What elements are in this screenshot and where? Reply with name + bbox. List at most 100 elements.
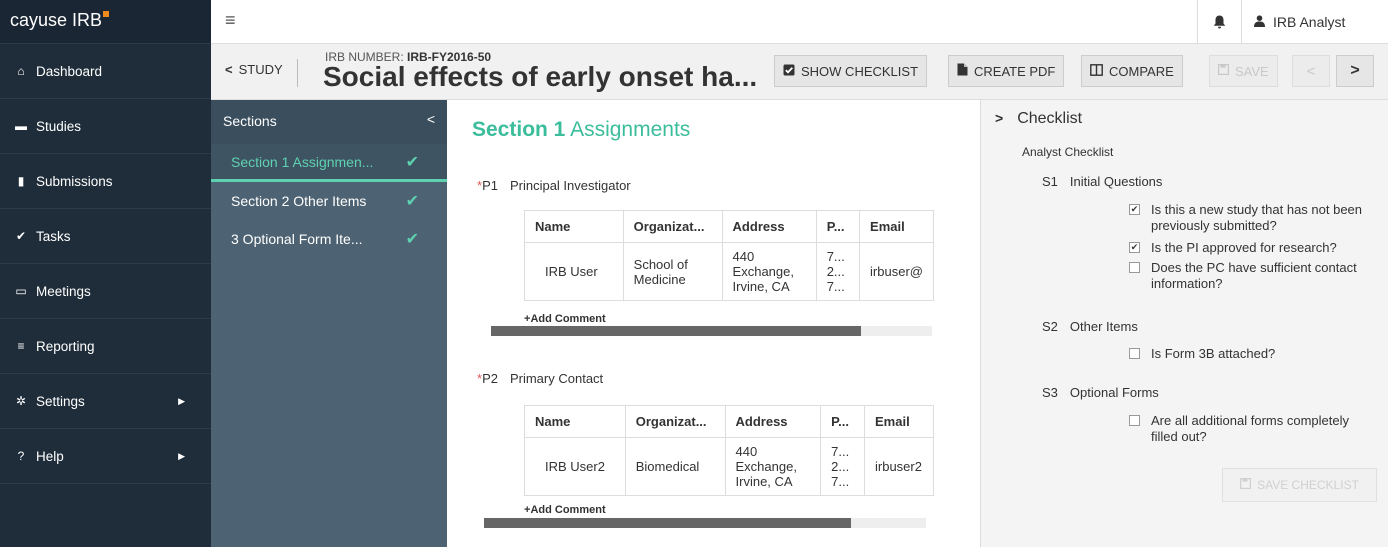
nav-help[interactable]: ? Help ▶ xyxy=(0,429,211,484)
nav-meetings[interactable]: ▭ Meetings xyxy=(0,264,211,319)
notifications-bell-icon[interactable] xyxy=(1197,0,1241,44)
nav-label: Meetings xyxy=(36,283,91,299)
cell-address: 440 Exchange, Irvine, CA xyxy=(721,242,817,301)
section-label: Optional Forms xyxy=(1069,385,1159,400)
table-row[interactable]: IRB User School of Medicine 440 Exchange… xyxy=(524,242,934,301)
nav-settings[interactable]: ✲ Settings ▶ xyxy=(0,374,211,429)
question-p1-label: *P1 Principal Investigator xyxy=(477,178,631,193)
save-button[interactable]: SAVE xyxy=(1209,55,1278,87)
nav-label: Submissions xyxy=(36,173,113,189)
column-header[interactable]: P... xyxy=(820,405,865,438)
section-item-3[interactable]: 3 Optional Form Ite... ✔ xyxy=(211,220,447,258)
chevron-right-icon: > xyxy=(1350,62,1360,79)
back-to-study-button[interactable]: < STUDY xyxy=(225,59,298,87)
nav-studies[interactable]: ▬ Studies xyxy=(0,99,211,154)
horizontal-scrollbar[interactable] xyxy=(491,326,932,336)
sections-sidebar: Sections < Section 1 Assignmen... ✔ Sectio… xyxy=(211,100,447,547)
show-checklist-button[interactable]: SHOW CHECKLIST xyxy=(774,55,928,87)
nav-label: Tasks xyxy=(36,228,71,244)
section-item-1[interactable]: Section 1 Assignmen... ✔ xyxy=(211,144,447,182)
scrollbar-thumb[interactable] xyxy=(491,326,862,336)
question-text: Primary Contact xyxy=(509,371,604,386)
checkbox[interactable]: ✔ xyxy=(1129,242,1140,253)
floppy-disk-icon xyxy=(1240,478,1252,492)
brand-logo[interactable]: cayuse IRB xyxy=(0,0,211,44)
nav-dashboard[interactable]: ⌂ Dashboard xyxy=(0,44,211,99)
cell-address: 440 Exchange, Irvine, CA xyxy=(724,437,822,496)
save-checklist-button[interactable]: SAVE CHECKLIST xyxy=(1222,468,1377,502)
section-number: S1 xyxy=(1042,174,1058,189)
cell-phone: 7... 2... 7... xyxy=(820,437,865,496)
column-header[interactable]: P... xyxy=(815,210,861,243)
checklist-section-s2: S2 Other Items xyxy=(1042,319,1138,334)
checkbox[interactable] xyxy=(1129,262,1140,273)
calendar-icon: ▭ xyxy=(15,284,27,298)
column-header[interactable]: Email xyxy=(859,210,934,243)
top-bar: ≡ IRB Analyst xyxy=(211,0,1388,44)
nav-tasks[interactable]: ✔ Tasks xyxy=(0,209,211,264)
nav-reporting[interactable]: ≡ Reporting xyxy=(0,319,211,374)
chevron-right-icon[interactable]: > xyxy=(995,110,1003,126)
study-title: Social effects of early onset ha... xyxy=(323,61,758,92)
question-number: P2 xyxy=(482,371,498,386)
checklist-item-text: Is this a new study that has not been pr… xyxy=(1151,202,1363,233)
create-pdf-button[interactable]: CREATE PDF xyxy=(948,55,1065,87)
checklist-header[interactable]: > Checklist xyxy=(995,110,1082,128)
cell-organization: School of Medicine xyxy=(622,242,723,301)
question-p2-label: *P2 Primary Contact xyxy=(477,371,603,386)
column-header[interactable]: Email xyxy=(864,405,934,438)
table-row[interactable]: IRB User2 Biomedical 440 Exchange, Irvin… xyxy=(524,437,934,496)
add-comment-label: Add Comment xyxy=(530,504,606,516)
column-header[interactable]: Organizat... xyxy=(622,210,723,243)
save-label: SAVE xyxy=(1235,63,1269,79)
collapse-chevron-icon[interactable]: < xyxy=(427,111,435,127)
section-number: Section 1 xyxy=(472,118,566,141)
section-number: S3 xyxy=(1042,385,1058,400)
question-icon: ? xyxy=(17,449,25,463)
floppy-disk-icon xyxy=(1218,64,1230,78)
next-button[interactable]: > xyxy=(1336,55,1374,87)
user-menu[interactable]: IRB Analyst xyxy=(1241,0,1388,44)
checklist-panel: > Checklist Analyst Checklist S1 Initial Q… xyxy=(980,100,1388,547)
table-header-row: Name Organizat... Address P... Email xyxy=(524,210,934,243)
checklist-item[interactable]: Is Form 3B attached? xyxy=(1129,346,1369,362)
table-header-row: Name Organizat... Address P... Email xyxy=(524,405,934,438)
file-icon: ▮ xyxy=(17,174,25,188)
brand-dot-icon xyxy=(103,11,110,17)
check-icon: ✔ xyxy=(15,229,27,243)
checklist-item[interactable]: Are all additional forms completely fill… xyxy=(1129,413,1369,445)
caret-right-icon: ▶ xyxy=(178,395,185,406)
column-header[interactable]: Name xyxy=(524,210,624,243)
checklist-item[interactable]: Does the PC have sufficient contact info… xyxy=(1129,260,1369,292)
column-header[interactable]: Organizat... xyxy=(624,405,726,438)
column-header[interactable]: Name xyxy=(524,405,626,438)
previous-button[interactable]: < xyxy=(1292,55,1330,87)
add-comment-button[interactable]: +Add Comment xyxy=(524,504,606,516)
horizontal-scrollbar[interactable] xyxy=(484,518,926,528)
checklist-item[interactable]: ✔ Is this a new study that has not been p… xyxy=(1129,202,1369,234)
show-checklist-label: SHOW CHECKLIST xyxy=(801,63,919,79)
checklist-item[interactable]: ✔ Is the PI approved for research? xyxy=(1129,240,1369,256)
chevron-left-icon: < xyxy=(1306,62,1316,80)
hamburger-menu-icon[interactable]: ≡ xyxy=(225,10,236,31)
section-content: Section 1 Assignments *P1 Principal Inves… xyxy=(447,100,980,547)
checkbox[interactable] xyxy=(1129,348,1140,359)
compare-label: COMPARE xyxy=(1109,63,1174,79)
section-item-2[interactable]: Section 2 Other Items ✔ xyxy=(211,182,447,220)
checkbox[interactable] xyxy=(1129,415,1140,426)
question-number: P1 xyxy=(482,178,498,193)
compare-button[interactable]: COMPARE xyxy=(1081,55,1183,87)
add-comment-button[interactable]: +Add Comment xyxy=(524,313,606,325)
column-header[interactable]: Address xyxy=(724,405,822,438)
folder-icon: ▬ xyxy=(15,119,27,133)
scrollbar-thumb[interactable] xyxy=(484,518,851,528)
section-label: Section 2 Other Items xyxy=(231,193,367,209)
user-name: IRB Analyst xyxy=(1273,14,1346,30)
column-header[interactable]: Address xyxy=(721,210,817,243)
checklist-title: Checklist xyxy=(1017,110,1083,127)
sections-title: Sections xyxy=(223,113,277,129)
checkbox[interactable]: ✔ xyxy=(1129,204,1140,215)
cell-name: IRB User2 xyxy=(524,437,626,496)
nav-submissions[interactable]: ▮ Submissions xyxy=(0,154,211,209)
cell-organization: Biomedical xyxy=(624,437,726,496)
